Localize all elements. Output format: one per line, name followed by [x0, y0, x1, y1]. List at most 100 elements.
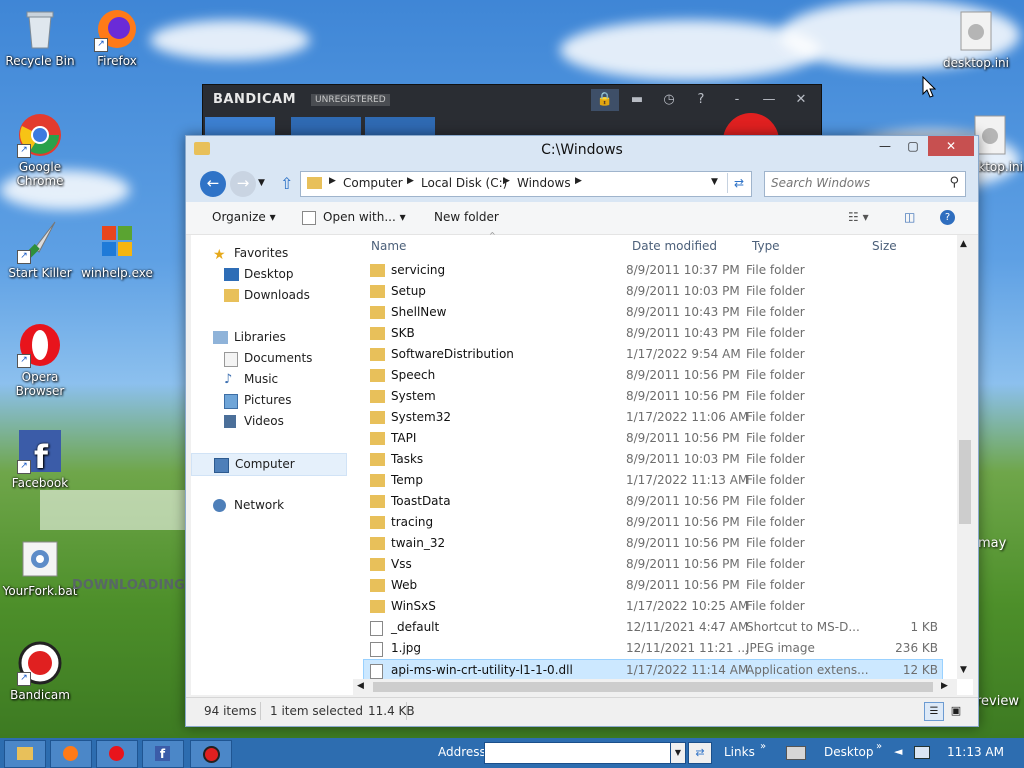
- column-header-size[interactable]: Size: [872, 239, 897, 253]
- chevron-right-icon[interactable]: »: [760, 741, 766, 752]
- desktop-toolbar-label[interactable]: Desktop: [824, 745, 874, 759]
- search-input[interactable]: [769, 175, 938, 191]
- go-icon[interactable]: ⇄: [688, 742, 712, 764]
- help-icon[interactable]: ?: [687, 89, 715, 111]
- file-row[interactable]: twain_32 8/9/2011 10:56 PM File folder: [364, 533, 942, 554]
- preview-pane-icon[interactable]: ◫: [904, 210, 915, 224]
- file-row[interactable]: servicing 8/9/2011 10:37 PM File folder: [364, 260, 942, 281]
- desktop-icon-firefox[interactable]: ↗ Firefox: [77, 6, 157, 68]
- back-button[interactable]: ←: [200, 171, 226, 197]
- taskbar-address-input[interactable]: [484, 742, 672, 764]
- column-header-name[interactable]: Name: [371, 239, 406, 253]
- scroll-up-icon[interactable]: ▲: [960, 239, 967, 249]
- folder-icon[interactable]: ▬: [623, 89, 651, 111]
- desktop-icon-facebook[interactable]: f ↗ Facebook: [0, 428, 80, 490]
- close-button[interactable]: ✕: [928, 136, 974, 156]
- recent-pages-chevron-icon[interactable]: ▼: [258, 178, 265, 188]
- address-bar[interactable]: ▶ Computer ▶ Local Disk (C:) ▶ Windows ▶…: [300, 171, 752, 197]
- details-view-icon[interactable]: ☰: [924, 702, 944, 721]
- nav-favorites[interactable]: ★ Favorites: [191, 243, 351, 264]
- column-header-date[interactable]: Date modified: [632, 239, 717, 253]
- forward-button[interactable]: →: [230, 171, 256, 197]
- links-toolbar-label[interactable]: Links: [724, 745, 755, 759]
- file-row[interactable]: System 8/9/2011 10:56 PM File folder: [364, 386, 942, 407]
- taskbar-firefox-button[interactable]: [50, 740, 92, 768]
- horizontal-scrollbar[interactable]: ◀ ▶: [353, 679, 957, 695]
- file-row[interactable]: Setup 8/9/2011 10:03 PM File folder: [364, 281, 942, 302]
- network-tray-icon[interactable]: [914, 746, 930, 759]
- scroll-thumb[interactable]: [959, 440, 971, 524]
- file-row[interactable]: Vss 8/9/2011 10:56 PM File folder: [364, 554, 942, 575]
- file-row[interactable]: tracing 8/9/2011 10:56 PM File folder: [364, 512, 942, 533]
- desktop-icon-yourfork[interactable]: YourFork.bat: [0, 536, 80, 598]
- clock[interactable]: 11:13 AM: [947, 745, 1004, 759]
- file-row[interactable]: Temp 1/17/2022 11:13 AM File folder: [364, 470, 942, 491]
- file-row[interactable]: SKB 8/9/2011 10:43 PM File folder: [364, 323, 942, 344]
- view-options-icon[interactable]: ☷ ▾: [848, 210, 869, 224]
- scroll-right-icon[interactable]: ▶: [941, 681, 948, 691]
- file-row[interactable]: 1.jpg 12/11/2021 11:21 ... JPEG image 236 K…: [364, 638, 942, 659]
- desktop-icon-recycle-bin[interactable]: Recycle Bin: [0, 6, 80, 68]
- close-icon[interactable]: ✕: [787, 89, 815, 111]
- taskbar-explorer-button[interactable]: [4, 740, 46, 768]
- organize-button[interactable]: Organize ▾: [212, 210, 276, 224]
- breadcrumb-windows[interactable]: Windows: [517, 176, 571, 190]
- refresh-icon[interactable]: ⇄: [727, 173, 750, 193]
- scroll-down-icon[interactable]: ▼: [960, 665, 967, 675]
- address-dropdown-icon[interactable]: ▼: [670, 742, 686, 764]
- nav-computer[interactable]: Computer: [191, 453, 347, 476]
- minimize-icon[interactable]: —: [755, 89, 783, 111]
- minimize-mini-icon[interactable]: -: [723, 89, 751, 111]
- search-icon[interactable]: ⚲: [949, 175, 959, 190]
- column-header-type[interactable]: Type: [752, 239, 780, 253]
- chevron-left-icon[interactable]: ◄: [894, 745, 902, 758]
- nav-music[interactable]: ♪ Music: [191, 369, 351, 390]
- lock-icon[interactable]: 🔒: [591, 89, 619, 111]
- nav-documents[interactable]: Documents: [191, 348, 351, 369]
- file-name: Vss: [391, 557, 412, 571]
- file-row[interactable]: ShellNew 8/9/2011 10:43 PM File folder: [364, 302, 942, 323]
- scroll-left-icon[interactable]: ◀: [357, 681, 364, 691]
- file-row[interactable]: Web 8/9/2011 10:56 PM File folder: [364, 575, 942, 596]
- breadcrumb-computer[interactable]: Computer: [343, 176, 403, 190]
- nav-downloads[interactable]: Downloads: [191, 285, 351, 306]
- new-folder-button[interactable]: New folder: [434, 210, 499, 224]
- large-icons-view-icon[interactable]: ▣: [947, 702, 965, 719]
- file-date: 12/11/2021 11:21 ...: [626, 641, 749, 655]
- file-row[interactable]: TAPI 8/9/2011 10:56 PM File folder: [364, 428, 942, 449]
- address-dropdown-icon[interactable]: ▼: [711, 177, 718, 187]
- nav-libraries[interactable]: Libraries: [191, 327, 351, 348]
- file-row[interactable]: WinSxS 1/17/2022 10:25 AM File folder: [364, 596, 942, 617]
- clock-icon[interactable]: ◷: [655, 89, 683, 111]
- nav-videos[interactable]: Videos: [191, 411, 351, 432]
- file-row[interactable]: Tasks 8/9/2011 10:03 PM File folder: [364, 449, 942, 470]
- taskbar-facebook-button[interactable]: f: [142, 740, 184, 768]
- file-row[interactable]: Speech 8/9/2011 10:56 PM File folder: [364, 365, 942, 386]
- desktop-icon-start-killer[interactable]: ↗ Start Killer: [0, 218, 80, 280]
- open-with-button[interactable]: Open with... ▾: [323, 210, 406, 224]
- chevron-right-icon[interactable]: »: [876, 741, 882, 752]
- folder-icon: [307, 177, 322, 189]
- desktop-icon-desktop-ini[interactable]: desktop.ini: [936, 8, 1016, 70]
- file-row[interactable]: _default 12/11/2021 4:47 AM Shortcut to MS…: [364, 617, 942, 638]
- nav-network[interactable]: Network: [191, 495, 351, 516]
- maximize-button[interactable]: ▢: [900, 136, 926, 156]
- breadcrumb-local-disk[interactable]: Local Disk (C:): [421, 176, 507, 190]
- help-icon[interactable]: ?: [940, 210, 955, 225]
- vertical-scrollbar[interactable]: ▲ ▼: [957, 235, 973, 679]
- file-row[interactable]: System32 1/17/2022 11:06 AM File folder: [364, 407, 942, 428]
- desktop-icon-opera[interactable]: ↗ Opera Browser: [0, 322, 80, 398]
- minimize-button[interactable]: —: [872, 136, 898, 156]
- nav-pictures[interactable]: Pictures: [191, 390, 351, 411]
- up-arrow-icon[interactable]: ⇧: [280, 174, 293, 193]
- desktop-icon-bandicam[interactable]: ↗ Bandicam: [0, 640, 80, 702]
- file-row[interactable]: SoftwareDistribution 1/17/2022 9:54 AM Fil…: [364, 344, 942, 365]
- search-box[interactable]: ⚲: [764, 171, 966, 197]
- nav-desktop[interactable]: Desktop: [191, 264, 351, 285]
- hscroll-thumb[interactable]: [373, 682, 933, 692]
- file-row[interactable]: ToastData 8/9/2011 10:56 PM File folder: [364, 491, 942, 512]
- desktop-icon-winhelp[interactable]: winhelp.exe: [77, 218, 157, 280]
- taskbar-opera-button[interactable]: [96, 740, 138, 768]
- desktop-icon-chrome[interactable]: ↗ Google Chrome: [0, 112, 80, 188]
- taskbar-bandicam-button[interactable]: [190, 740, 232, 768]
